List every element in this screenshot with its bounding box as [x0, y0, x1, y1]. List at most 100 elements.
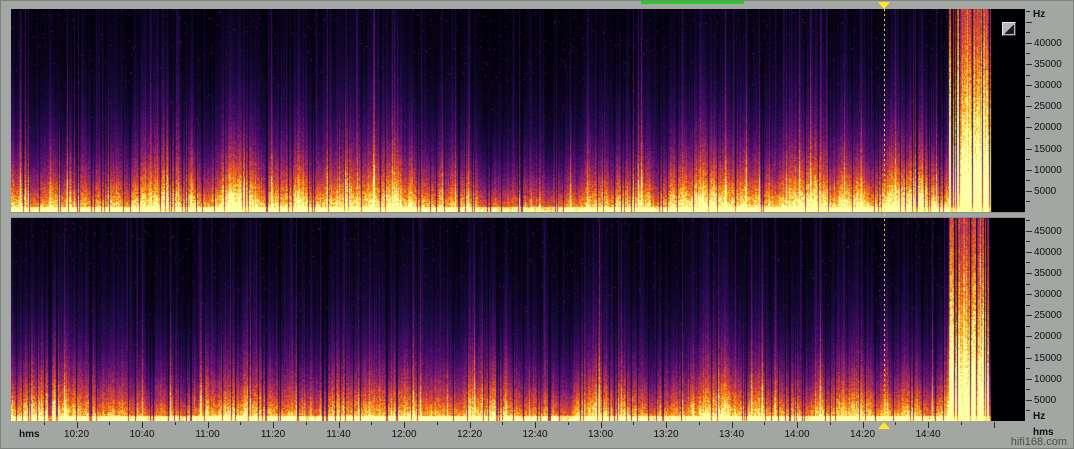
time-tick-label: 14:20: [850, 430, 875, 440]
freq-tick: [1026, 358, 1032, 359]
spectrogram-panel-right-channel: [11, 218, 1025, 421]
freq-tick: [1026, 389, 1030, 390]
panel-corner-button[interactable]: [1002, 22, 1016, 36]
time-tick: [863, 422, 864, 428]
freq-tick: [1026, 294, 1032, 295]
freq-tick: [1026, 75, 1030, 76]
grip-icon: [1005, 25, 1014, 34]
freq-tick-label: 30000: [1034, 290, 1062, 300]
right-channel-spectrogram-canvas[interactable]: [11, 218, 1025, 421]
time-tick: [44, 422, 45, 425]
freq-tick: [1026, 379, 1032, 380]
freq-tick-label: 5000: [1034, 187, 1056, 197]
freq-tick-label: 35000: [1034, 269, 1062, 279]
freq-tick: [1026, 368, 1030, 369]
left-channel-spectrogram-canvas[interactable]: [11, 9, 1025, 212]
time-tick: [895, 422, 896, 425]
time-tick: [699, 422, 700, 425]
freq-tick: [1026, 138, 1030, 139]
viewport-indicator[interactable]: [641, 1, 744, 4]
time-tick-label: 12:00: [391, 430, 416, 440]
time-tick: [797, 422, 798, 428]
time-tick-label: 14:40: [915, 430, 940, 440]
time-tick: [535, 422, 536, 428]
time-tick: [273, 422, 274, 428]
playhead-line[interactable]: [884, 9, 885, 421]
freq-tick: [1026, 220, 1030, 221]
time-tick-label: 10:20: [64, 430, 89, 440]
freq-tick: [1026, 149, 1032, 150]
time-tick: [830, 422, 831, 425]
freq-tick-label: 5000: [1034, 396, 1056, 406]
freq-tick: [1026, 201, 1030, 202]
freq-tick: [1026, 305, 1030, 306]
freq-tick-label: 40000: [1034, 39, 1062, 49]
time-tick: [437, 422, 438, 425]
time-tick: [961, 422, 962, 425]
spectral-view-window: Hz Hz hms 40000 35000 30000 25000 20000 15000…: [0, 0, 1074, 449]
freq-tick-label: 20000: [1034, 123, 1062, 133]
time-tick: [732, 422, 733, 428]
time-ruler[interactable]: hms 10:20 10:40 11:00 11:20 11:40 12:00 12:20 1…: [11, 422, 1025, 442]
freq-tick-label: 15000: [1034, 145, 1062, 155]
freq-tick-label: 10000: [1034, 375, 1062, 385]
freq-tick: [1026, 170, 1032, 171]
freq-tick: [1026, 11, 1030, 12]
freq-tick: [1026, 53, 1030, 54]
freq-tick: [1026, 191, 1032, 192]
time-tick: [994, 422, 995, 428]
freq-tick: [1026, 241, 1030, 242]
freq-tick-label: 30000: [1034, 81, 1062, 91]
time-tick-label: 12:40: [522, 430, 547, 440]
time-tick: [470, 422, 471, 428]
freq-tick: [1026, 315, 1032, 316]
freq-tick: [1026, 284, 1030, 285]
time-tick: [77, 422, 78, 428]
time-tick-label: 12:20: [457, 430, 482, 440]
time-tick: [633, 422, 634, 425]
freq-tick: [1026, 410, 1030, 411]
playhead-handle-top[interactable]: [878, 2, 890, 9]
freq-tick: [1026, 400, 1032, 401]
freq-tick: [1026, 43, 1032, 44]
time-tick: [928, 422, 929, 428]
time-tick-label: 13:40: [719, 430, 744, 440]
playhead-handle-bottom[interactable]: [878, 422, 890, 429]
freq-tick: [1026, 32, 1030, 33]
time-tick: [502, 422, 503, 425]
time-tick: [568, 422, 569, 425]
freq-tick-label: 10000: [1034, 166, 1062, 176]
freq-unit-label-top: Hz: [1033, 10, 1045, 20]
time-unit-label-left: hms: [19, 430, 40, 440]
freq-tick: [1026, 85, 1032, 86]
time-tick-label: 11:00: [195, 430, 219, 440]
time-tick-label: 14:00: [784, 430, 809, 440]
freq-tick-label: 40000: [1034, 248, 1062, 258]
freq-tick: [1026, 159, 1030, 160]
freq-tick-label: 15000: [1034, 354, 1062, 364]
freq-tick: [1026, 22, 1032, 23]
freq-tick: [1026, 96, 1030, 97]
time-tick: [339, 422, 340, 428]
freq-tick: [1026, 252, 1032, 253]
freq-tick-label: 25000: [1034, 311, 1062, 321]
freq-unit-label-bottom: Hz: [1033, 412, 1045, 422]
freq-tick-label: 45000: [1034, 227, 1062, 237]
time-tick-label: 10:40: [129, 430, 154, 440]
time-tick-label: 11:20: [261, 430, 285, 440]
time-tick-label: 11:40: [326, 430, 350, 440]
freq-tick: [1026, 336, 1032, 337]
time-tick: [240, 422, 241, 425]
time-tick: [109, 422, 110, 425]
frequency-ruler[interactable]: Hz Hz hms 400003500030000250002000015000…: [1026, 1, 1074, 449]
time-tick: [764, 422, 765, 425]
freq-tick-label: 20000: [1034, 332, 1062, 342]
time-tick: [208, 422, 209, 428]
time-tick-label: 13:00: [588, 430, 613, 440]
time-tick: [371, 422, 372, 425]
spectrogram-panel-left-channel: [11, 9, 1025, 212]
time-tick: [601, 422, 602, 428]
freq-tick: [1026, 127, 1032, 128]
freq-tick: [1026, 64, 1032, 65]
watermark: hifi168.com: [1011, 436, 1067, 448]
